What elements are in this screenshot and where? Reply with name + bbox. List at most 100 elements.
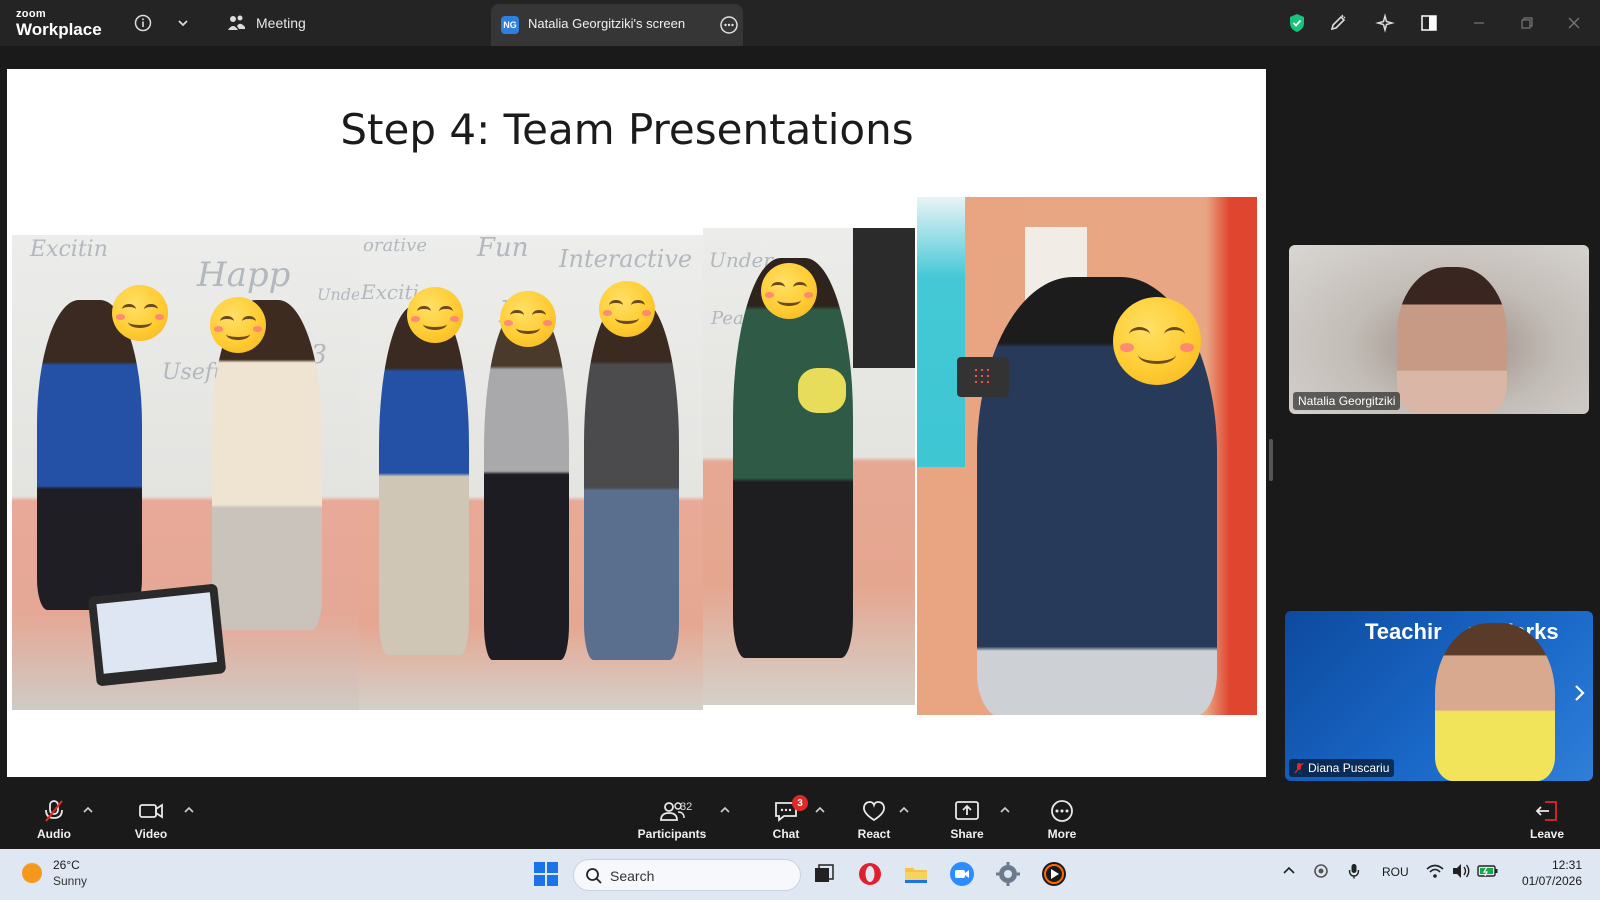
slide-photo-1: Excitin Happ Under Usefu 13	[12, 235, 359, 710]
taskbar-search-box[interactable]: Search	[573, 859, 801, 891]
audio-button[interactable]: Audio	[22, 799, 86, 847]
opera-browser-icon[interactable]	[857, 861, 883, 887]
screen-share-tab-label: Natalia Georgitziki's screen	[528, 16, 686, 31]
more-button[interactable]: More	[1030, 799, 1094, 847]
clock-time: 12:31	[1551, 858, 1582, 872]
share-label: Share	[950, 827, 984, 841]
next-page-arrow-icon[interactable]	[1573, 683, 1587, 703]
share-options-caret-icon[interactable]	[999, 804, 1011, 816]
face-blur-emoji	[210, 297, 266, 353]
participant-name-label: Diana Puscariu	[1289, 759, 1395, 777]
media-player-icon[interactable]	[1041, 861, 1067, 887]
react-label: React	[857, 827, 891, 841]
title-bar: zoom Workplace Meeting NG Natalia Georgi…	[0, 0, 1600, 46]
share-screen-icon	[955, 801, 979, 820]
face-blur-emoji	[500, 291, 556, 347]
participants-button[interactable]: 32 Participants	[632, 799, 712, 847]
restore-window-icon[interactable]	[1516, 12, 1538, 34]
annotate-pen-icon[interactable]	[1327, 12, 1349, 34]
settings-gear-icon[interactable]	[995, 861, 1021, 887]
weather-description[interactable]: Sunny	[53, 874, 87, 888]
face-blur-emoji	[407, 287, 463, 343]
participants-options-caret-icon[interactable]	[719, 804, 731, 816]
search-label: Search	[610, 868, 655, 884]
face-blur-emoji	[112, 285, 168, 341]
microphone-tray-icon[interactable]	[1348, 863, 1360, 882]
video-camera-icon	[139, 803, 163, 819]
clock-date: 01/07/2026	[1521, 874, 1582, 888]
show-hidden-icons-chevron-icon[interactable]	[1282, 864, 1296, 881]
tray-app-icon[interactable]	[1313, 863, 1329, 882]
weather-temperature[interactable]: 26°C	[53, 858, 80, 872]
presenter-initials-badge: NG	[501, 16, 519, 34]
gallery-scroll-handle[interactable]	[1269, 439, 1273, 481]
slide-title: Step 4: Team Presentations	[340, 105, 914, 154]
classroom-smartboard	[917, 197, 965, 467]
whiteboard-word: Excitin	[30, 237, 108, 262]
chat-options-caret-icon[interactable]	[814, 804, 826, 816]
react-options-caret-icon[interactable]	[898, 804, 910, 816]
face-blur-emoji	[1113, 297, 1201, 385]
video-button[interactable]: Video	[119, 799, 183, 847]
slide-photo-3: Under Pean	[703, 228, 915, 705]
keyboard-language-indicator[interactable]: ROU	[1382, 865, 1409, 879]
logo-workplace-text: Workplace	[16, 20, 102, 39]
video-tile-diana[interactable]: Teachir at Works Diana Puscariu	[1285, 611, 1593, 781]
chat-button[interactable]: 3 Chat	[754, 795, 818, 847]
meeting-label[interactable]: Meeting	[256, 15, 306, 31]
chevron-down-icon[interactable]	[172, 12, 194, 34]
student-figure	[379, 305, 469, 655]
taskbar-clock[interactable]: 12:31 01/07/2026	[1510, 857, 1582, 889]
wifi-icon[interactable]	[1426, 863, 1444, 882]
video-tile-natalia[interactable]: Natalia Georgitziki	[1289, 245, 1589, 414]
slide-photo-2: orative Fun Interactive Exciti H	[359, 235, 703, 710]
student-figure	[484, 310, 569, 660]
whiteboard-word: Interactive	[559, 245, 693, 273]
sunny-weather-icon[interactable]	[22, 863, 42, 883]
close-window-icon[interactable]	[1563, 12, 1585, 34]
side-panel-layout-icon[interactable]	[1418, 12, 1440, 34]
leave-button[interactable]: Leave	[1515, 799, 1579, 847]
zoom-app-icon[interactable]	[949, 861, 975, 887]
security-shield-icon[interactable]	[1286, 12, 1308, 34]
microphone-muted-icon	[1294, 762, 1304, 774]
classroom-tv-screen	[853, 228, 915, 368]
face-blur-emoji	[599, 281, 655, 337]
video-label: Video	[134, 827, 168, 841]
slide-photo-4	[917, 197, 1257, 715]
minimize-window-icon[interactable]	[1468, 12, 1490, 34]
task-view-icon[interactable]	[811, 861, 837, 887]
chat-label: Chat	[772, 827, 800, 841]
microphone-muted-icon	[45, 800, 63, 822]
windows-start-icon[interactable]	[533, 861, 559, 887]
video-options-caret-icon[interactable]	[183, 804, 195, 816]
whiteboard-word: Fun	[477, 235, 529, 263]
meeting-participants-icon	[226, 12, 248, 34]
whiteboard-word: Happ	[197, 255, 291, 295]
microbit-device	[957, 357, 1009, 397]
react-button[interactable]: React	[842, 799, 906, 847]
whiteboard-word: Under	[317, 285, 359, 304]
heart-icon	[863, 801, 885, 822]
chat-unread-badge: 3	[792, 795, 808, 811]
info-icon[interactable]	[132, 12, 154, 34]
whiteboard-word: orative	[363, 235, 427, 256]
audio-options-caret-icon[interactable]	[82, 804, 94, 816]
zoom-logo: zoom Workplace	[16, 8, 102, 39]
shared-screen-slide[interactable]: Step 4: Team Presentations Excitin Happ …	[7, 69, 1266, 777]
file-explorer-icon[interactable]	[903, 861, 929, 887]
audio-label: Audio	[37, 827, 71, 841]
participant-name-label: Natalia Georgitziki	[1293, 392, 1401, 410]
speaker-volume-icon[interactable]	[1451, 863, 1471, 882]
face-blur-emoji	[761, 263, 817, 319]
logo-zoom-text: zoom	[16, 8, 46, 20]
participant-video-silhouette	[1435, 623, 1555, 781]
leave-label: Leave	[1529, 827, 1565, 841]
participant-name-text: Diana Puscariu	[1308, 761, 1390, 775]
screen-share-tab[interactable]: NG Natalia Georgitziki's screen	[491, 4, 743, 46]
participant-video-silhouette	[1397, 267, 1507, 414]
battery-charging-icon[interactable]	[1477, 864, 1499, 881]
ai-companion-sparkle-icon[interactable]	[1374, 12, 1396, 34]
share-button[interactable]: Share	[935, 799, 999, 847]
more-options-icon[interactable]	[719, 15, 739, 35]
